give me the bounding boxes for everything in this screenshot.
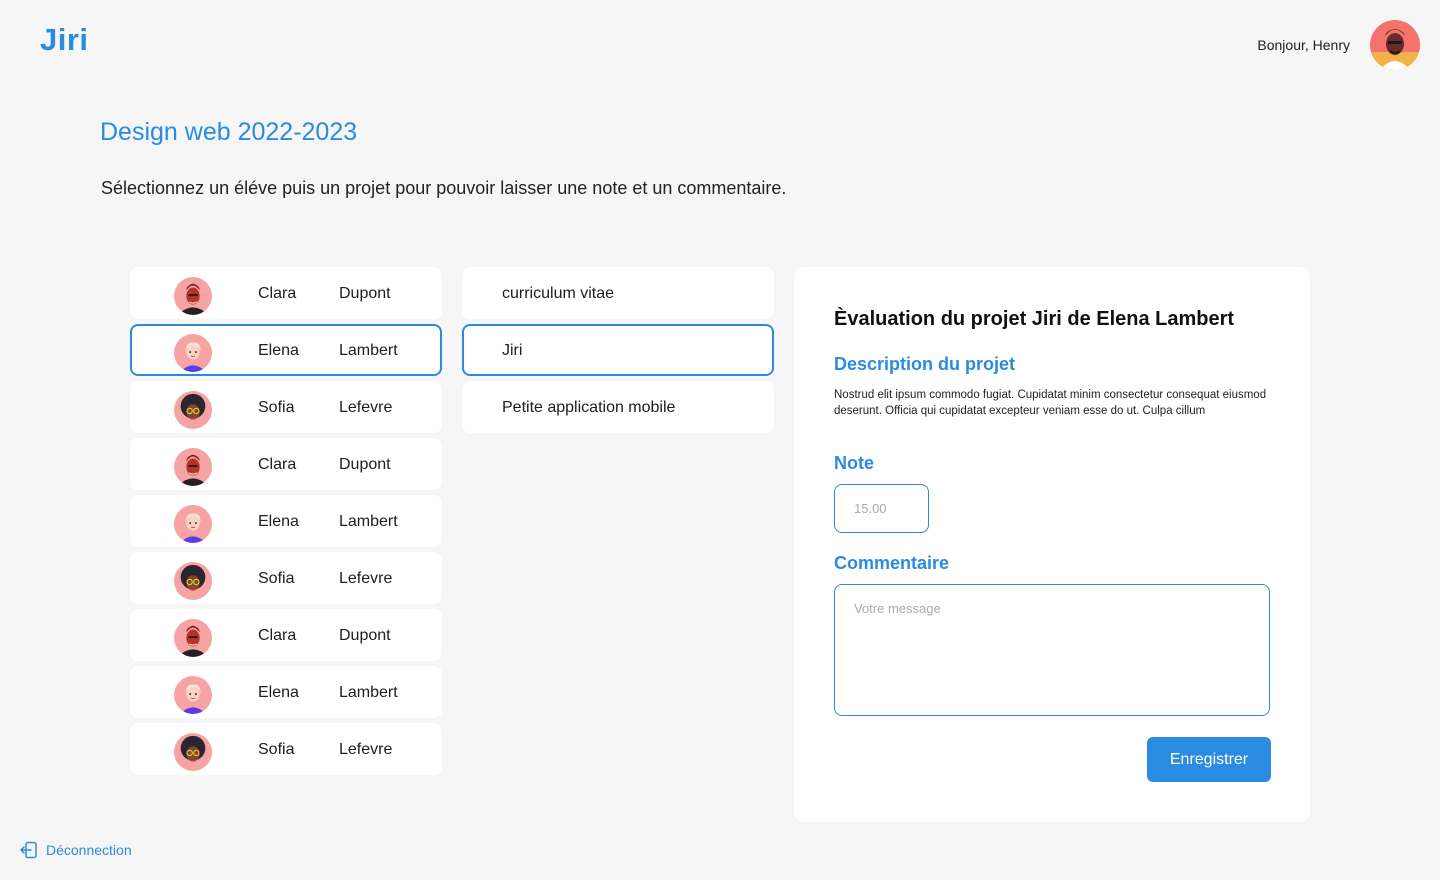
student-first-name: Clara: [258, 285, 297, 302]
description-label: Description du projet: [834, 354, 1016, 374]
page-intro: Sélectionnez un éléve puis un projet pou…: [101, 178, 787, 198]
student-first-name: Sofia: [258, 741, 295, 758]
project-description: Nostrud elit ipsum commodo fugiat. Cupid…: [834, 389, 1267, 417]
avatar-henry-icon: [1370, 20, 1420, 70]
student-avatar: [174, 562, 212, 600]
user-avatar[interactable]: [1370, 20, 1420, 70]
student-avatar: [174, 334, 212, 372]
student-last-name: Dupont: [339, 627, 391, 644]
student-first-name: Elena: [258, 684, 299, 701]
evaluation-title: Èvaluation du projet Jiri de Elena Lambe…: [834, 308, 1235, 330]
avatar-sofia-icon: [174, 562, 212, 600]
student-row[interactable]: Elena Lambert: [130, 495, 442, 547]
student-first-name: Sofia: [258, 399, 295, 416]
student-row[interactable]: Elena Lambert: [130, 666, 442, 718]
student-avatar: [174, 277, 212, 315]
student-list: Clara Dupont Elena Lambert Sofia Lefevre Clara…: [130, 267, 442, 780]
page-title: Design web 2022-2023: [100, 118, 358, 146]
student-first-name: Clara: [258, 456, 297, 473]
student-last-name: Lambert: [339, 684, 398, 701]
student-row[interactable]: Clara Dupont: [130, 609, 442, 661]
student-first-name: Sofia: [258, 570, 295, 587]
evaluation-panel: Èvaluation du projet Jiri de Elena Lambe…: [794, 267, 1310, 822]
student-avatar: [174, 391, 212, 429]
student-first-name: Elena: [258, 342, 299, 359]
project-label: curriculum vitae: [502, 285, 615, 302]
avatar-clara-icon: [174, 619, 212, 657]
note-label: Note: [834, 453, 874, 473]
app-logo[interactable]: Jiri: [40, 22, 89, 58]
project-row[interactable]: Petite application mobile: [462, 381, 774, 433]
avatar-sofia-icon: [174, 733, 212, 771]
student-avatar: [174, 619, 212, 657]
student-avatar: [174, 448, 212, 486]
student-last-name: Lambert: [339, 513, 398, 530]
comment-textarea[interactable]: [834, 584, 1270, 716]
avatar-sofia-icon: [174, 391, 212, 429]
student-row[interactable]: Clara Dupont: [130, 438, 442, 490]
avatar-clara-icon: [174, 448, 212, 486]
student-last-name: Lefevre: [339, 741, 393, 758]
student-row[interactable]: Sofia Lefevre: [130, 552, 442, 604]
student-first-name: Clara: [258, 627, 297, 644]
project-row[interactable]: Jiri: [462, 324, 774, 376]
logout-label: Déconnection: [46, 842, 132, 858]
project-list: curriculum vitae Jiri Petite application m…: [462, 267, 774, 438]
avatar-elena-icon: [174, 676, 212, 714]
student-last-name: Dupont: [339, 285, 391, 302]
note-input[interactable]: [834, 484, 929, 533]
student-avatar: [174, 733, 212, 771]
student-row[interactable]: Elena Lambert: [130, 324, 442, 376]
logout-link[interactable]: Déconnection: [20, 841, 132, 859]
student-avatar: [174, 676, 212, 714]
logout-icon: [20, 841, 37, 859]
project-label: Petite application mobile: [502, 399, 676, 416]
student-last-name: Dupont: [339, 456, 391, 473]
avatar-clara-icon: [174, 277, 212, 315]
student-last-name: Lefevre: [339, 399, 393, 416]
avatar-elena-icon: [174, 505, 212, 543]
comment-label: Commentaire: [834, 553, 950, 573]
student-first-name: Elena: [258, 513, 299, 530]
project-row[interactable]: curriculum vitae: [462, 267, 774, 319]
save-button[interactable]: Enregistrer: [1147, 737, 1271, 782]
user-greeting: Bonjour, Henry: [1257, 37, 1350, 53]
project-label: Jiri: [502, 342, 523, 359]
avatar-elena-icon: [174, 334, 212, 372]
student-last-name: Lambert: [339, 342, 398, 359]
student-row[interactable]: Clara Dupont: [130, 267, 442, 319]
student-row[interactable]: Sofia Lefevre: [130, 723, 442, 775]
student-row[interactable]: Sofia Lefevre: [130, 381, 442, 433]
student-avatar: [174, 505, 212, 543]
student-last-name: Lefevre: [339, 570, 393, 587]
